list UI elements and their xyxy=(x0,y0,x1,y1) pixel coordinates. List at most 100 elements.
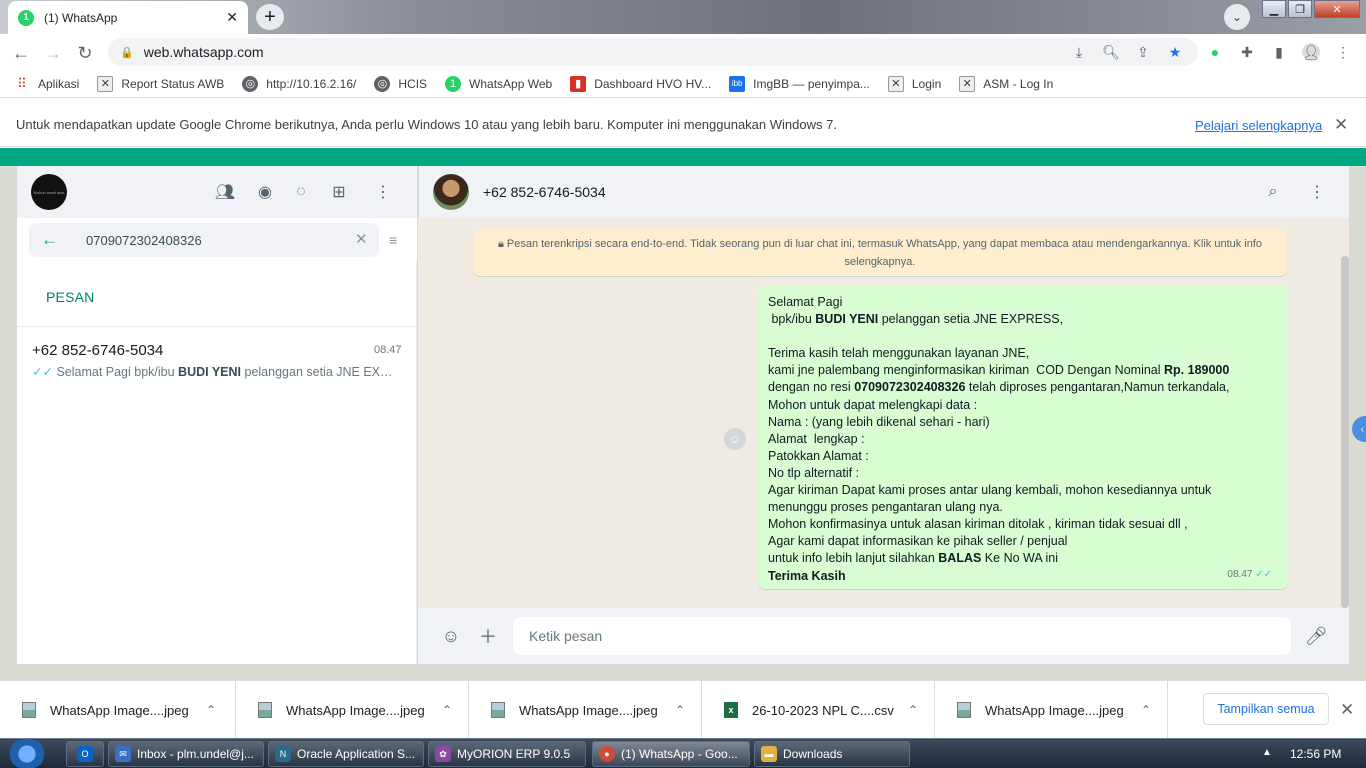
download-item[interactable]: x 26-10-2023 NPL C....csv ⌃ xyxy=(702,681,935,739)
profile-avatar-icon[interactable]: 👤︎ xyxy=(1302,43,1320,61)
filter-icon[interactable]: ≡ xyxy=(389,232,397,248)
lock-icon: 🔒 xyxy=(120,46,134,59)
new-chat-icon[interactable]: ⊞ xyxy=(327,180,351,204)
result-snippet: ✓✓ Selamat Pagi bpk/ibu BUDI YENI pelang… xyxy=(32,365,397,379)
emoji-icon[interactable]: ☺ xyxy=(440,625,462,647)
outlook-pinned-icon[interactable]: O xyxy=(66,741,104,767)
download-item[interactable]: WhatsApp Image....jpeg ⌃ xyxy=(469,681,702,739)
message-line: Terima Kasih xyxy=(768,568,1278,585)
close-infobar-icon[interactable]: ✕ xyxy=(1334,115,1348,135)
status-icon[interactable]: ◉ xyxy=(253,180,277,204)
close-downloads-icon[interactable]: ✕ xyxy=(1340,700,1354,720)
message-text-part: Alamat lengkap : xyxy=(768,431,865,446)
back-arrow-icon[interactable]: ← xyxy=(41,230,58,250)
bookmark-ip[interactable]: ◎ http://10.16.2.16/ xyxy=(242,75,356,92)
new-tab-button[interactable]: + xyxy=(256,4,284,30)
search-result-item[interactable]: +62 852-6746-5034 08.47 ✓✓ Selamat Pagi … xyxy=(17,328,417,384)
lock-icon: 🔒︎ xyxy=(497,238,507,250)
bookmark-asm-login[interactable]: ✕ ASM - Log In xyxy=(959,75,1053,92)
zoom-icon[interactable]: 🔍︎ xyxy=(1102,43,1120,61)
download-item[interactable]: WhatsApp Image....jpeg ⌃ xyxy=(236,681,469,739)
address-bar[interactable]: 🔒 web.whatsapp.com xyxy=(108,38,1198,66)
browser-tab-whatsapp[interactable]: 1 (1) WhatsApp ✕ xyxy=(8,1,248,34)
side-panel-icon[interactable]: ▮ xyxy=(1270,43,1288,61)
share-icon[interactable]: ⇪ xyxy=(1134,43,1152,61)
tray-expand-icon[interactable]: ▲ xyxy=(1262,747,1272,758)
chevron-up-icon[interactable]: ⌃ xyxy=(442,703,452,717)
close-tab-icon[interactable]: ✕ xyxy=(226,9,238,26)
chevron-up-icon[interactable]: ⌃ xyxy=(908,703,918,717)
message-text-part: Terima kasih telah menggunakan layanan J… xyxy=(768,346,1030,361)
bookmark-aplikasi[interactable]: ⠿ Aplikasi xyxy=(14,76,79,92)
message-text-part: Ke No WA ini xyxy=(981,551,1058,566)
back-arrow-icon[interactable]: ← xyxy=(10,42,32,64)
bookmark-hcis[interactable]: ◎ HCIS xyxy=(374,75,427,92)
bookmark-login[interactable]: ✕ Login xyxy=(887,75,941,92)
chevron-up-icon[interactable]: ⌃ xyxy=(1141,703,1151,717)
taskbar-item-chrome-whatsapp[interactable]: ● (1) WhatsApp - Goo... xyxy=(592,741,750,767)
double-check-icon: ✓✓ xyxy=(32,365,53,379)
encryption-notice[interactable]: 🔒︎ Pesan terenkripsi secara end-to-end. … xyxy=(473,230,1287,276)
whatsapp-extension-icon[interactable]: ● xyxy=(1206,43,1224,61)
microphone-icon[interactable]: 🎤︎ xyxy=(1305,625,1328,647)
infobar-message: Untuk mendapatkan update Google Chrome b… xyxy=(16,117,837,132)
globe-icon: ◎ xyxy=(242,75,259,92)
dashboard-icon: ▮ xyxy=(570,75,587,92)
taskbar-item-oracle[interactable]: N Oracle Application S... xyxy=(268,741,424,767)
bookmark-imgbb[interactable]: ibb ImgBB — penyimpa... xyxy=(729,75,870,92)
reload-icon[interactable]: ↻ xyxy=(74,42,96,64)
show-all-downloads-button[interactable]: Tampilkan semua xyxy=(1203,693,1329,725)
close-window-button[interactable]: ✕ xyxy=(1314,0,1360,18)
chat-header[interactable]: +62 852-6746-5034 ⌕ ⋮ xyxy=(418,166,1349,218)
search-row: ← 0709072302408326 ✕ ≡ xyxy=(17,218,417,262)
message-text-part: bpk/ibu xyxy=(768,312,816,327)
bookmark-report-status-awb[interactable]: ✕ Report Status AWB xyxy=(97,75,224,92)
taskbar-clock[interactable]: 12:56 PM xyxy=(1290,747,1341,761)
taskbar-item-inbox[interactable]: ✉ Inbox - plm.undel@j... xyxy=(108,741,264,767)
contact-name: +62 852-6746-5034 xyxy=(483,184,606,200)
message-text-part: kami jne palembang menginformasikan kiri… xyxy=(768,363,1165,378)
tab-search-button[interactable]: ⌄ xyxy=(1224,4,1250,30)
clear-search-icon[interactable]: ✕ xyxy=(355,230,368,248)
chrome-menu-icon[interactable]: ⋮ xyxy=(1334,43,1352,61)
chat-menu-icon[interactable]: ⋮ xyxy=(1305,180,1329,204)
contact-avatar[interactable] xyxy=(433,174,469,210)
message-line: Selamat Pagi xyxy=(768,294,1278,311)
channels-icon[interactable]: ◌ xyxy=(289,180,313,204)
communities-icon[interactable]: 👥︎ xyxy=(213,180,237,204)
message-line: Alamat lengkap : xyxy=(768,431,1278,448)
bookmark-dashboard[interactable]: ▮ Dashboard HVO HV... xyxy=(570,75,711,92)
my-profile-avatar[interactable]: Mohon maaf atas xyxy=(31,174,67,210)
chevron-up-icon[interactable]: ⌃ xyxy=(206,703,216,717)
menu-icon[interactable]: ⋮ xyxy=(371,180,395,204)
chevron-up-icon[interactable]: ⌃ xyxy=(675,703,685,717)
bookmark-star-icon[interactable]: ★ xyxy=(1166,43,1184,61)
tab-title: (1) WhatsApp xyxy=(44,10,118,25)
search-icon[interactable]: ⌕ xyxy=(1261,180,1285,204)
chat-scrollbar[interactable] xyxy=(1341,256,1349,608)
forward-arrow-icon[interactable]: → xyxy=(42,42,64,64)
learn-more-link[interactable]: Pelajari selengkapnya xyxy=(1195,118,1322,133)
minimize-button[interactable]: ▁ xyxy=(1262,0,1286,18)
image-file-icon xyxy=(258,702,272,718)
message-line: menunggu proses pengantaran ulang nya. xyxy=(768,499,1278,516)
windows-start-button[interactable] xyxy=(8,739,46,768)
taskbar-item-downloads[interactable]: ▬ Downloads xyxy=(754,741,910,767)
message-text-part: untuk info lebih lanjut silahkan xyxy=(768,551,939,566)
attach-plus-icon[interactable]: ＋ xyxy=(477,625,499,647)
install-app-icon[interactable]: ⤓ xyxy=(1070,43,1088,61)
outgoing-message-bubble[interactable]: Selamat Pagi bpk/ibu BUDI YENI pelanggan… xyxy=(758,286,1288,589)
search-input[interactable]: ← 0709072302408326 ✕ xyxy=(29,223,379,257)
oracle-app-icon: N xyxy=(275,746,291,762)
bookmark-whatsapp-web[interactable]: 1 WhatsApp Web xyxy=(445,75,552,92)
maximize-button[interactable]: ❐ xyxy=(1288,0,1312,18)
url-text: web.whatsapp.com xyxy=(143,44,264,60)
extensions-puzzle-icon[interactable]: ✚ xyxy=(1238,43,1256,61)
message-input[interactable]: Ketik pesan xyxy=(513,617,1291,655)
react-emoji-icon[interactable]: ☺ xyxy=(724,428,746,450)
taskbar-item-myorion[interactable]: ✿ MyORION ERP 9.0.5 xyxy=(428,741,586,767)
message-line: Terima kasih telah menggunakan layanan J… xyxy=(768,345,1278,362)
myorion-icon: ✿ xyxy=(435,746,451,762)
download-item[interactable]: WhatsApp Image....jpeg ⌃ xyxy=(0,681,236,739)
download-item[interactable]: WhatsApp Image....jpeg ⌃ xyxy=(935,681,1168,739)
